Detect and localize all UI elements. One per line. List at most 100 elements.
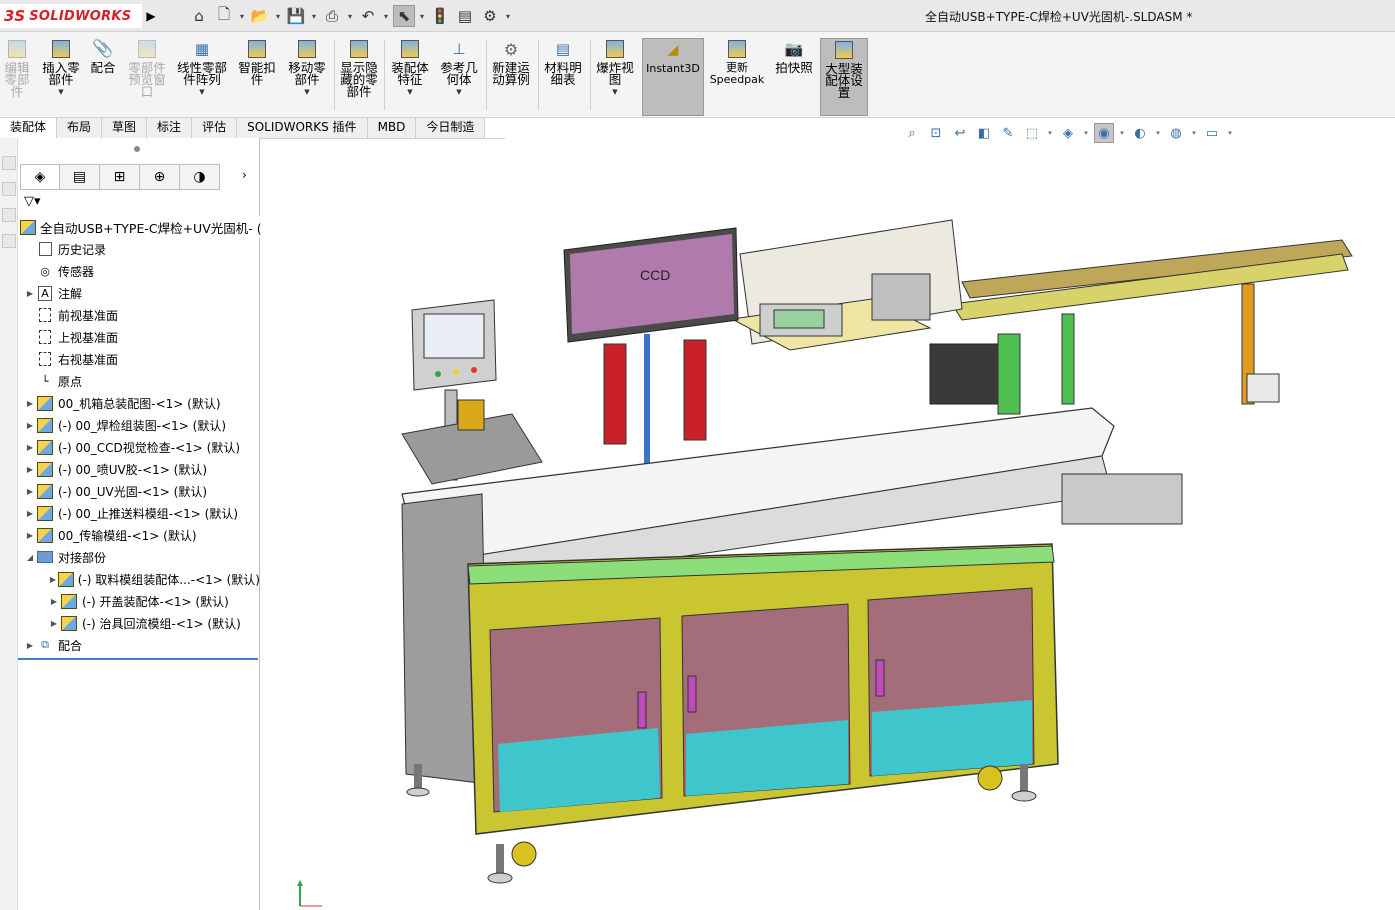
tab-0[interactable]: 装配体	[0, 118, 58, 138]
print-icon[interactable]: ⎙	[321, 5, 343, 27]
zoom-to-fit-icon[interactable]: ⌕	[902, 123, 922, 143]
chevron-down-icon[interactable]: ▾	[310, 12, 318, 21]
chevron-right-icon[interactable]: ›	[242, 168, 247, 182]
section-view-icon[interactable]: ◧	[974, 123, 994, 143]
solidworks-logo[interactable]: 3S SOLIDWORKS	[0, 4, 142, 28]
undo-icon[interactable]: ↶	[357, 5, 379, 27]
options-gear-icon[interactable]: ⚙	[479, 5, 501, 27]
chevron-down-icon[interactable]: ▼	[58, 88, 63, 96]
chevron-down-icon[interactable]: ▾	[1046, 129, 1054, 137]
mate-button[interactable]: 📎 配合	[86, 38, 120, 116]
tab-3[interactable]: 标注	[147, 118, 193, 138]
update-speedpak-button[interactable]: 更新Speedpak	[708, 38, 766, 116]
tree-node[interactable]: 历史记录	[18, 238, 260, 260]
tree-node[interactable]: ▶ (-) 治具回流模组-<1> (默认)	[18, 612, 260, 634]
display-style-icon[interactable]: ◈	[1058, 123, 1078, 143]
home-icon[interactable]: ⌂	[188, 5, 210, 27]
filter-icon[interactable]: ▽▾	[24, 194, 54, 214]
save-icon[interactable]: 💾	[285, 5, 307, 27]
tab-1[interactable]: 布局	[57, 118, 103, 138]
view-settings-icon[interactable]: ▭	[1202, 123, 1222, 143]
panel-splitter-grip[interactable]	[134, 146, 140, 152]
large-assembly-settings-button[interactable]: 大型装配体设置	[820, 38, 868, 116]
new-motion-study-button[interactable]: ⚙ 新建运动算例	[488, 38, 534, 116]
chevron-down-icon[interactable]: ▾	[1082, 129, 1090, 137]
expand-icon[interactable]: ▶	[24, 465, 36, 474]
tree-node[interactable]: 上视基准面	[18, 326, 260, 348]
apply-scene-icon[interactable]: ◍	[1166, 123, 1186, 143]
tree-node[interactable]: ◎ 传感器	[18, 260, 260, 282]
chevron-down-icon[interactable]: ▾	[1154, 129, 1162, 137]
propertymanager-icon[interactable]: ▤	[60, 164, 100, 190]
assembly-features-button[interactable]: 装配体特征 ▼	[388, 38, 432, 116]
reference-geometry-button[interactable]: ⊥ 参考几何体 ▼	[436, 38, 482, 116]
tree-node[interactable]: ▶ 00_传输模组-<1> (默认)	[18, 524, 260, 546]
expand-icon[interactable]: ▶	[48, 597, 60, 606]
new-document-icon[interactable]: 🗋	[213, 5, 235, 27]
chevron-down-icon[interactable]: ▾	[504, 12, 512, 21]
graphics-area[interactable]: CCD	[262, 144, 1395, 910]
chevron-down-icon[interactable]: ▼	[456, 88, 461, 96]
instant3d-button[interactable]: ◢ Instant3D	[642, 38, 704, 116]
strip-tool-icon[interactable]	[2, 208, 16, 222]
dynamic-annotation-icon[interactable]: ✎	[998, 123, 1018, 143]
expand-icon[interactable]: ▶	[24, 509, 36, 518]
chevron-down-icon[interactable]: ▼	[407, 88, 412, 96]
chevron-down-icon[interactable]: ▾	[238, 12, 246, 21]
tree-root[interactable]: 全自动USB+TYPE-C焊检+UV光固机- (	[18, 216, 262, 238]
zoom-area-icon[interactable]: ⊡	[926, 123, 946, 143]
linear-pattern-button[interactable]: ▦ 线性零部件阵列 ▼	[174, 38, 230, 116]
expand-icon[interactable]: ▶	[48, 575, 58, 584]
bill-of-materials-button[interactable]: ▤ 材料明细表	[540, 38, 586, 116]
expand-icon[interactable]: ▶	[24, 421, 36, 430]
tree-node[interactable]: ▶ (-) 开盖装配体-<1> (默认)	[18, 590, 260, 612]
component-preview-button[interactable]: 零部件预览窗口	[124, 38, 170, 116]
file-properties-icon[interactable]: ▤	[454, 5, 476, 27]
insert-component-button[interactable]: 插入零部件 ▼	[38, 38, 84, 116]
edit-component-button[interactable]: 编辑零部件	[0, 38, 34, 116]
chevron-down-icon[interactable]: ▼	[612, 88, 617, 96]
chevron-down-icon[interactable]: ▾	[1226, 129, 1234, 137]
view-orientation-icon[interactable]: ⬚	[1022, 123, 1042, 143]
strip-tool-icon[interactable]	[2, 156, 16, 170]
tree-node[interactable]: ▶ A 注解	[18, 282, 260, 304]
tree-node[interactable]: 右视基准面	[18, 348, 260, 370]
expand-icon[interactable]: ▶	[24, 641, 36, 650]
chevron-down-icon[interactable]: ▼	[199, 88, 204, 96]
configurationmanager-icon[interactable]: ⊞	[100, 164, 140, 190]
tab-6[interactable]: MBD	[367, 118, 417, 138]
expand-icon[interactable]: ▶	[24, 399, 36, 408]
dimxpert-icon[interactable]: ⊕	[140, 164, 180, 190]
featuremanager-icon[interactable]: ◈	[20, 164, 60, 190]
chevron-down-icon[interactable]: ▾	[1118, 129, 1126, 137]
tab-5[interactable]: SOLIDWORKS 插件	[237, 118, 368, 138]
tree-node[interactable]: ▶ ⧉ 配合	[18, 634, 260, 656]
tree-node[interactable]: ▶ (-) 00_UV光固-<1> (默认)	[18, 480, 260, 502]
display-manager-icon[interactable]: ◑	[180, 164, 220, 190]
smart-fasteners-button[interactable]: 智能扣件	[236, 38, 278, 116]
tree-node[interactable]: ▶ (-) 00_止推送料模组-<1> (默认)	[18, 502, 260, 524]
strip-tool-icon[interactable]	[2, 182, 16, 196]
open-folder-icon[interactable]: 📂	[249, 5, 271, 27]
tree-node[interactable]: ▶ 00_机箱总装配图-<1> (默认)	[18, 392, 260, 414]
assembly-model-view[interactable]: CCD	[262, 144, 1395, 910]
expand-icon[interactable]: ▶	[24, 289, 36, 298]
expand-icon[interactable]: ▶	[24, 443, 36, 452]
tree-node[interactable]: ▶ (-) 00_喷UV胶-<1> (默认)	[18, 458, 260, 480]
edit-appearance-icon[interactable]: ◐	[1130, 123, 1150, 143]
move-component-button[interactable]: 移动零部件 ▼	[284, 38, 330, 116]
chevron-down-icon[interactable]: ▼	[304, 88, 309, 96]
tab-4[interactable]: 评估	[192, 118, 238, 138]
expand-icon[interactable]: ◢	[24, 553, 36, 562]
expand-icon[interactable]: ▶	[24, 531, 36, 540]
tab-7[interactable]: 今日制造	[416, 118, 486, 138]
chevron-down-icon[interactable]: ▾	[346, 12, 354, 21]
traffic-light-icon[interactable]: 🚦	[429, 5, 451, 27]
exploded-view-button[interactable]: 爆炸视图 ▼	[592, 38, 638, 116]
take-snapshot-button[interactable]: 📷 拍快照	[772, 38, 816, 116]
tree-node[interactable]: ▶ (-) 00_焊检组装图-<1> (默认)	[18, 414, 260, 436]
menu-expand-icon[interactable]: ▶	[144, 6, 158, 26]
expand-icon[interactable]: ▶	[48, 619, 60, 628]
chevron-down-icon[interactable]: ▾	[274, 12, 282, 21]
tree-node[interactable]: ◢ 对接部份	[18, 546, 260, 568]
